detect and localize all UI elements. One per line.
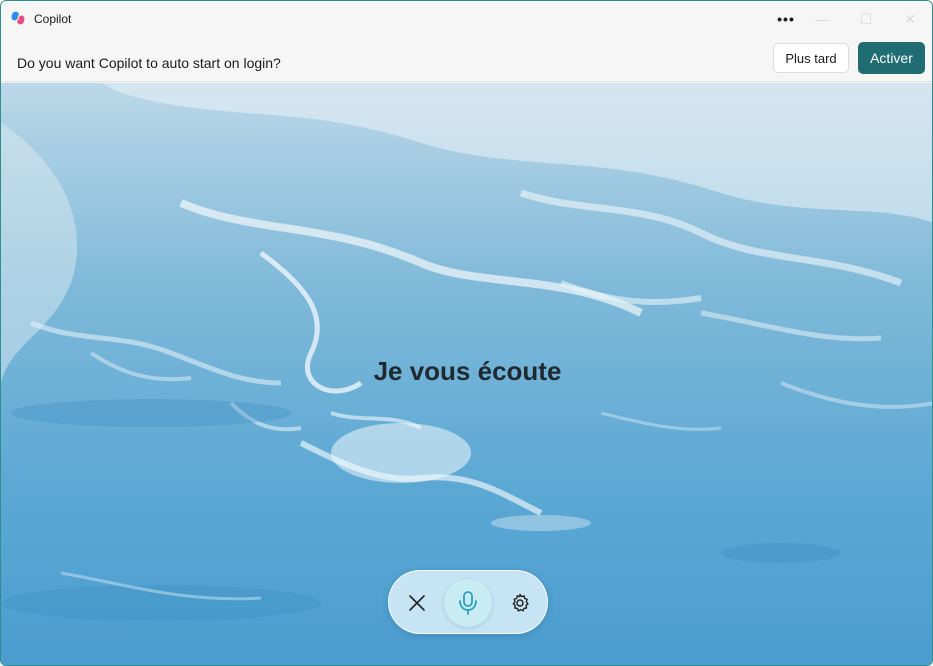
copilot-logo-icon: [10, 10, 26, 26]
voice-panel: Je vous écoute: [1, 83, 932, 665]
close-window-icon: ✕: [904, 10, 916, 27]
maximize-button[interactable]: ☐: [844, 1, 888, 37]
copilot-window: Copilot ••• — ☐ ✕ Do you want Copilot to…: [0, 0, 933, 666]
close-icon: [409, 595, 425, 611]
window-title: Copilot: [34, 12, 72, 26]
minimize-button[interactable]: —: [800, 1, 844, 37]
title-bar[interactable]: Copilot ••• — ☐ ✕: [1, 1, 932, 37]
end-voice-button[interactable]: [393, 579, 441, 627]
voice-settings-button[interactable]: [496, 579, 544, 627]
microphone-icon: [459, 591, 477, 615]
voice-control-bar: [388, 570, 548, 634]
listening-status: Je vous écoute: [373, 356, 562, 386]
more-horizontal-icon: •••: [777, 11, 795, 27]
close-window-button[interactable]: ✕: [888, 1, 932, 37]
autostart-notification-bar: Do you want Copilot to auto start on log…: [1, 37, 932, 82]
window-controls: ••• — ☐ ✕: [772, 1, 932, 37]
minimize-icon: —: [815, 11, 829, 27]
later-button[interactable]: Plus tard: [773, 43, 849, 73]
activate-button[interactable]: Activer: [858, 42, 925, 74]
maximize-icon: ☐: [859, 10, 873, 27]
more-options-button[interactable]: •••: [772, 1, 800, 37]
microphone-button[interactable]: [444, 579, 492, 627]
autostart-message: Do you want Copilot to auto start on log…: [17, 55, 281, 71]
gear-icon: [512, 593, 529, 612]
